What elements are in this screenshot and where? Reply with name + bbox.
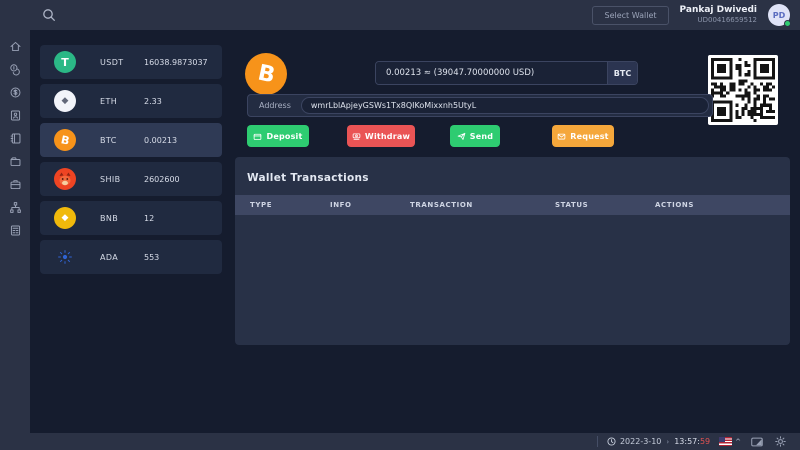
transactions-title: Wallet Transactions [247,172,369,184]
send-plane-icon [457,132,466,140]
coin-row-btc[interactable]: B BTC 0.00213 [40,123,222,157]
coin-symbol: BTC [100,135,117,145]
btc-icon: B [54,129,76,151]
dollar-coin-icon [10,87,20,98]
column-actions: ACTIONS [655,201,694,209]
deposit-wallet-icon [254,133,262,140]
coin-symbol: USDT [100,57,124,67]
transactions-panel: Wallet Transactions TYPE INFO TRANSACTIO… [235,157,790,345]
deposit-label: Deposit [266,131,303,141]
briefcase-icon [10,180,20,190]
avatar[interactable]: PD [768,4,791,27]
column-status: STATUS [555,201,589,209]
fullscreen-toggle[interactable] [750,436,764,448]
coin-row-shib[interactable]: SHIB 2602600 [40,162,222,196]
request-envelope-icon [557,133,566,139]
coin-symbol: ADA [100,252,119,262]
usdt-icon: T [54,51,76,73]
reports-icon [10,225,20,236]
coin-row-eth[interactable]: ◆ ETH 2.33 [40,84,222,118]
coins-icon [9,64,20,76]
sidebar-item-cash[interactable] [7,85,23,100]
sidebar-item-wallet[interactable] [7,154,23,169]
coin-balance: 553 [144,252,160,262]
sun-icon [774,436,786,447]
topbar-right: Select Wallet Pankaj Dwivedi UD004166595… [592,4,800,27]
withdraw-label: Withdraw [364,131,411,141]
coin-row-usdt[interactable]: T USDT 16038.9873037 [40,45,222,79]
bnb-icon: ◆ [54,207,76,229]
withdraw-cash-icon [352,132,361,140]
user-id: UD00416659512 [697,16,757,25]
online-status-dot [784,20,791,27]
clock-icon [607,437,616,446]
side-nav [0,30,30,433]
ledger-icon [10,133,20,144]
send-button[interactable]: Send [450,125,500,147]
sidebar-item-reports[interactable] [7,223,23,238]
column-info: INFO [330,201,352,209]
transactions-table-header: TYPE INFO TRANSACTION STATUS ACTIONS [235,195,790,215]
home-icon [10,41,20,52]
request-label: Request [570,131,609,141]
request-button[interactable]: Request [552,125,614,147]
btc-large-icon: B [245,53,287,95]
coin-list: T USDT 16038.9873037 ◆ ETH 2.33 B BTC 0.… [40,45,222,279]
network-icon [9,202,21,213]
sidebar-item-home[interactable] [7,39,23,54]
sidebar-item-network[interactable] [7,200,23,215]
address-label: Address [259,101,291,110]
eth-icon: ◆ [54,90,76,112]
user-name: Pankaj Dwivedi [679,5,757,15]
user-menu[interactable]: Pankaj Dwivedi UD00416659512 [680,5,757,25]
column-type: TYPE [250,201,273,209]
sidebar-item-coins[interactable] [7,62,23,77]
sidebar-item-ledger[interactable] [7,131,23,146]
amount-input[interactable]: 0.00213 ≈ (39047.70000000 USD) [376,62,607,84]
language-selector[interactable]: ^ [719,437,741,446]
coin-symbol: BNB [100,213,119,223]
amount-input-group: 0.00213 ≈ (39047.70000000 USD) BTC [375,61,638,85]
qr-code [708,55,778,125]
chevron-right-icon: › [666,437,670,446]
address-input[interactable]: wmrLblApjeyGSWs1Tx8QIKoMixxnh5UtyL [300,97,709,114]
status-bar: 2022-3-10 › 13:57:59 ^ [0,433,800,450]
top-bar: Select Wallet Pankaj Dwivedi UD004166595… [0,0,800,30]
send-label: Send [469,131,494,141]
datetime-widget[interactable]: 2022-3-10 › 13:57:59 [596,436,711,447]
wallet-icon [10,157,20,167]
chevron-up-icon: ^ [735,437,741,446]
column-transaction: TRANSACTION [410,201,473,209]
coin-balance: 2.33 [144,96,162,106]
coin-balance: 16038.9873037 [144,57,208,67]
coin-balance: 2602600 [144,174,180,184]
coin-symbol: ETH [100,96,118,106]
us-flag-icon [719,437,733,446]
withdraw-button[interactable]: Withdraw [347,125,415,147]
search-icon[interactable] [40,6,58,24]
display-icon [751,437,763,446]
address-input-group: Address wmrLblApjeyGSWs1Tx8QIKoMixxnh5Ut… [247,94,713,117]
sidebar-item-briefcase[interactable] [7,177,23,192]
theme-toggle[interactable] [773,436,787,448]
coin-row-bnb[interactable]: ◆ BNB 12 [40,201,222,235]
select-wallet-button[interactable]: Select Wallet [592,5,669,25]
coin-row-ada[interactable]: ADA 553 [40,240,222,274]
shib-icon [54,168,76,190]
status-time: 13:57:59 [674,437,711,446]
ada-icon [54,246,76,268]
avatar-initials: PD [772,10,786,20]
coin-balance: 0.00213 [144,135,178,145]
sidebar-item-contacts[interactable] [7,108,23,123]
contact-card-icon [10,110,20,121]
deposit-button[interactable]: Deposit [247,125,309,147]
status-date: 2022-3-10 [619,437,662,446]
coin-balance: 12 [144,213,155,223]
transactions-table-body [235,215,790,345]
currency-addon: BTC [607,62,637,84]
coin-symbol: SHIB [100,174,121,184]
status-seconds: 59 [699,437,711,446]
